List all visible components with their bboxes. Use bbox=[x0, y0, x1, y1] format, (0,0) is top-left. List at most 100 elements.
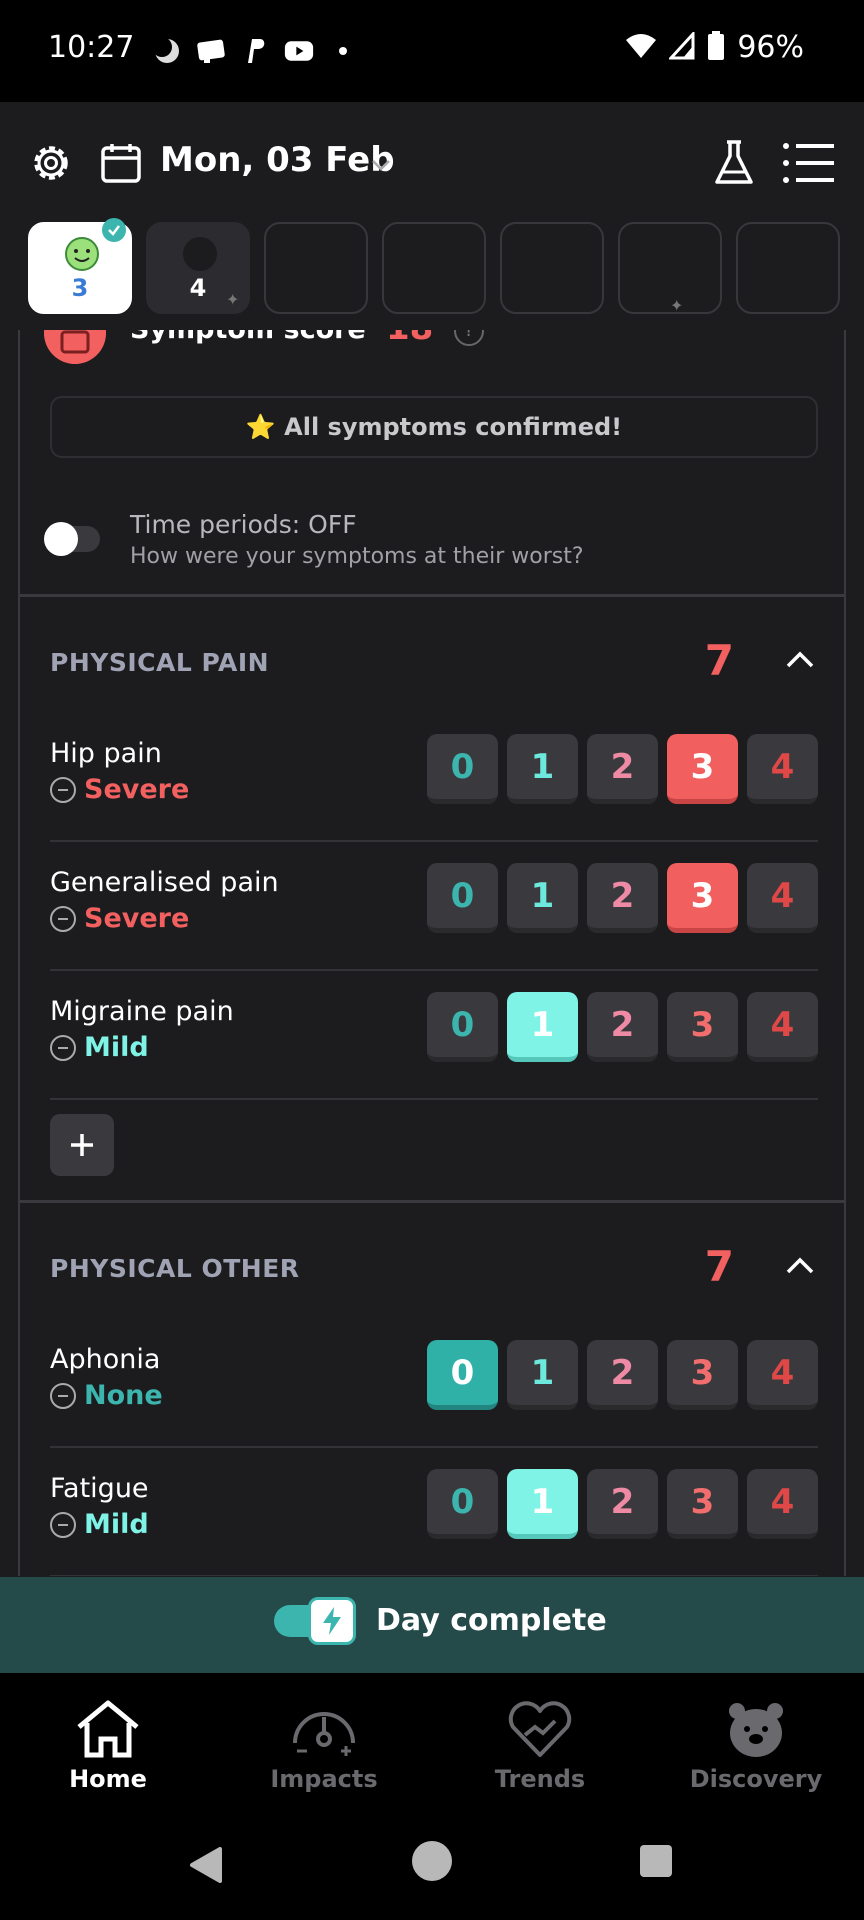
section-title: PHYSICAL OTHER bbox=[50, 1254, 300, 1283]
day-tile[interactable] bbox=[500, 222, 604, 314]
minus-circle-icon[interactable] bbox=[50, 905, 76, 932]
severity-button-2[interactable]: 2 bbox=[587, 863, 658, 933]
severity-button-1[interactable]: 1 bbox=[507, 1340, 578, 1410]
severity-button-3[interactable]: 3 bbox=[667, 734, 738, 804]
nav-discovery[interactable]: Discovery bbox=[656, 1699, 856, 1793]
minus-circle-icon[interactable] bbox=[50, 776, 76, 803]
severity-button-4[interactable]: 4 bbox=[747, 1469, 818, 1539]
back-icon[interactable] bbox=[188, 1845, 224, 1885]
check-icon bbox=[102, 218, 126, 242]
day-tile[interactable]: 4 ✦ bbox=[146, 222, 250, 314]
recents-icon[interactable] bbox=[640, 1845, 672, 1877]
day-tile[interactable] bbox=[736, 222, 840, 314]
severity-button-4[interactable]: 4 bbox=[747, 863, 818, 933]
day-tile[interactable] bbox=[382, 222, 486, 314]
chevron-up-icon[interactable] bbox=[784, 1256, 816, 1276]
severity-button-3[interactable]: 3 bbox=[667, 992, 738, 1062]
chevron-down-icon[interactable] bbox=[370, 154, 392, 176]
signal-icon bbox=[667, 29, 695, 64]
battery-percent: 96% bbox=[737, 30, 804, 65]
time-periods-title: Time periods: OFF bbox=[130, 510, 357, 539]
smiley-icon bbox=[65, 237, 99, 271]
section-title: PHYSICAL PAIN bbox=[50, 648, 270, 677]
sparkle-icon: ✦ bbox=[670, 296, 684, 315]
symptom-name: Aphonia bbox=[50, 1344, 161, 1375]
calendar-icon[interactable] bbox=[100, 142, 142, 184]
severity-scale: 01234 bbox=[427, 863, 818, 933]
severity-button-2[interactable]: 2 bbox=[587, 1469, 658, 1539]
severity-button-4[interactable]: 4 bbox=[747, 1340, 818, 1410]
nav-impacts[interactable]: Impacts bbox=[224, 1699, 424, 1793]
row-divider bbox=[50, 840, 818, 842]
day-tile[interactable]: ✦ bbox=[618, 222, 722, 315]
severity-button-3[interactable]: 3 bbox=[667, 1469, 738, 1539]
minus-circle-icon[interactable] bbox=[50, 1034, 76, 1061]
row-divider bbox=[50, 1575, 818, 1576]
section-divider bbox=[20, 1200, 844, 1203]
severity-button-2[interactable]: 2 bbox=[587, 992, 658, 1062]
symptom-row: Aphonia None 0 1 2 3 4 bbox=[50, 1320, 818, 1448]
severity-indicator: Severe bbox=[50, 903, 189, 934]
wifi-icon bbox=[625, 32, 657, 64]
symptom-row: Hip pain Severe 0 1 2 3 4 bbox=[50, 714, 818, 842]
severity-button-3[interactable]: 3 bbox=[667, 863, 738, 933]
nav-label: Impacts bbox=[270, 1765, 378, 1793]
webtoon-icon bbox=[196, 36, 226, 66]
confirmed-banner: ⭐ All symptoms confirmed! bbox=[50, 396, 818, 458]
symptom-name: Migraine pain bbox=[50, 996, 234, 1027]
severity-button-1[interactable]: 1 bbox=[507, 992, 578, 1062]
severity-button-1[interactable]: 1 bbox=[507, 734, 578, 804]
severity-button-0[interactable]: 0 bbox=[427, 1469, 498, 1539]
symptom-content[interactable]: Symptom score 18 ? ••• ⭐ All symptoms co… bbox=[18, 330, 846, 1576]
minus-circle-icon[interactable] bbox=[50, 1511, 76, 1538]
add-symptom-button[interactable] bbox=[50, 1114, 114, 1176]
severity-button-0[interactable]: 0 bbox=[427, 734, 498, 804]
severity-button-2[interactable]: 2 bbox=[587, 1340, 658, 1410]
more-options-icon[interactable]: ••• bbox=[755, 330, 814, 343]
severity-button-4[interactable]: 4 bbox=[747, 992, 818, 1062]
section-divider bbox=[20, 594, 844, 597]
severity-button-2[interactable]: 2 bbox=[587, 734, 658, 804]
gear-icon[interactable] bbox=[28, 140, 74, 186]
nav-label: Trends bbox=[494, 1765, 586, 1793]
severity-button-0[interactable]: 0 bbox=[427, 1340, 498, 1410]
severity-button-3[interactable]: 3 bbox=[667, 1340, 738, 1410]
severity-button-1[interactable]: 1 bbox=[507, 863, 578, 933]
heart-trend-icon bbox=[508, 1701, 572, 1757]
symptom-row: Fatigue Mild 0 1 2 3 4 bbox=[50, 1449, 818, 1576]
day-tile[interactable]: 3 bbox=[28, 218, 132, 314]
system-nav-bar bbox=[0, 1809, 864, 1920]
toggle-knob bbox=[44, 522, 78, 556]
youtube-icon bbox=[284, 36, 314, 66]
date-selector[interactable]: Mon, 03 Feb bbox=[160, 140, 395, 180]
severity-button-0[interactable]: 0 bbox=[427, 992, 498, 1062]
severity-scale: 01234 bbox=[427, 734, 818, 804]
flask-icon[interactable] bbox=[712, 138, 756, 188]
severity-button-1[interactable]: 1 bbox=[507, 1469, 578, 1539]
symptom-score-value: 18 bbox=[386, 330, 433, 348]
day-complete-bar[interactable]: Day complete bbox=[0, 1577, 864, 1673]
row-divider bbox=[50, 1098, 818, 1100]
chevron-up-icon[interactable] bbox=[784, 650, 816, 670]
time-periods-subtitle: How were your symptoms at their worst? bbox=[130, 544, 584, 569]
gauge-icon bbox=[293, 1712, 355, 1756]
nav-label: Home bbox=[69, 1765, 147, 1793]
home-button-icon[interactable] bbox=[412, 1841, 452, 1881]
day-tile[interactable] bbox=[264, 222, 368, 314]
severity-label: Mild bbox=[84, 1509, 149, 1540]
severity-button-0[interactable]: 0 bbox=[427, 863, 498, 933]
nav-trends[interactable]: Trends bbox=[440, 1699, 640, 1793]
sparkle-icon: ✦ bbox=[226, 290, 240, 309]
home-icon bbox=[77, 1700, 139, 1758]
nav-label: Discovery bbox=[689, 1765, 823, 1793]
minus-circle-icon[interactable] bbox=[50, 1382, 76, 1409]
severity-button-4[interactable]: 4 bbox=[747, 734, 818, 804]
list-menu-icon[interactable] bbox=[782, 140, 836, 186]
symptom-score-label: Symptom score bbox=[130, 330, 366, 345]
help-icon[interactable]: ? bbox=[454, 330, 484, 346]
time-periods-toggle[interactable] bbox=[44, 522, 100, 556]
paypal-icon bbox=[240, 36, 270, 66]
nav-home[interactable]: Home bbox=[8, 1699, 208, 1793]
bottom-nav: Home Impacts Trends Discovery bbox=[0, 1673, 864, 1809]
top-bar: Mon, 03 Feb 3 4 ✦ ✦ bbox=[0, 102, 864, 330]
